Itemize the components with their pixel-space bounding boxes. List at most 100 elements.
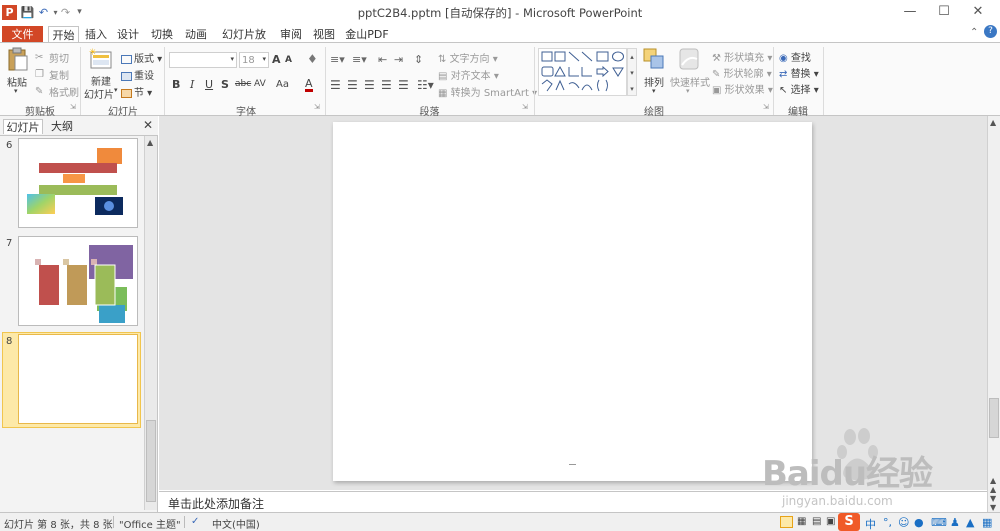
scroll-up-icon[interactable]: ▲: [990, 118, 996, 127]
bold-button[interactable]: B: [172, 78, 180, 91]
clipboard-launcher-icon[interactable]: ⇲: [70, 103, 76, 111]
paragraph-launcher-icon[interactable]: ⇲: [522, 103, 528, 111]
editor-vertical-scrollbar[interactable]: ▲ ▲ ▲ ▼ ▼: [987, 116, 1000, 512]
user-icon[interactable]: ♟: [950, 516, 960, 529]
numbering-icon[interactable]: ≡▾: [352, 53, 367, 66]
tab-transitions[interactable]: 切换: [149, 26, 175, 43]
justify-icon[interactable]: ☰: [381, 78, 392, 92]
reading-view-icon[interactable]: ▤: [812, 516, 821, 527]
tab-slides[interactable]: 幻灯片: [3, 119, 43, 134]
emoji-icon[interactable]: ☺: [898, 516, 909, 529]
scroll-thumb[interactable]: [146, 420, 156, 502]
replace-button[interactable]: ⇄ 替换 ▾: [779, 65, 819, 80]
new-slide-icon[interactable]: ✳: [88, 47, 114, 71]
grow-font-button[interactable]: A: [272, 53, 281, 66]
format-painter-button[interactable]: ✎ 格式刷: [35, 84, 79, 100]
tab-animations[interactable]: 动画: [183, 26, 209, 43]
close-panel-icon[interactable]: ✕: [143, 118, 153, 132]
columns-icon[interactable]: ☷▾: [417, 78, 434, 92]
distributed-icon[interactable]: ☰: [398, 78, 409, 92]
tab-insert[interactable]: 插入: [83, 26, 109, 43]
convert-smartart-button[interactable]: ▦ 转换为 SmartArt ▾: [438, 84, 537, 99]
align-right-icon[interactable]: ☰: [364, 78, 375, 92]
prev-slide-icon[interactable]: ▲ ▲: [990, 476, 996, 494]
collapse-ribbon-icon[interactable]: ⌃: [970, 27, 978, 38]
character-spacing-button[interactable]: AV: [254, 79, 266, 89]
shadow-button[interactable]: S: [221, 78, 229, 91]
font-name-dropdown-icon[interactable]: ▾: [230, 55, 234, 63]
layout-button[interactable]: 版式 ▾: [121, 50, 162, 65]
section-button[interactable]: 节 ▾: [121, 84, 152, 99]
language-status[interactable]: 中文(中国): [212, 516, 260, 531]
paste-icon[interactable]: [6, 47, 30, 73]
shapes-gallery-scroll[interactable]: ▴ ▾ ▾: [627, 48, 637, 96]
new-slide-label-2[interactable]: 幻灯片: [84, 86, 114, 101]
notes-placeholder[interactable]: 单击此处添加备注: [168, 495, 264, 512]
change-case-button[interactable]: Aa: [276, 79, 289, 90]
cut-button[interactable]: ✂ 剪切: [35, 50, 69, 66]
help-button[interactable]: ?: [984, 25, 997, 38]
arrange-icon[interactable]: [642, 47, 666, 73]
skin-icon[interactable]: ▲: [966, 516, 974, 529]
spell-check-icon[interactable]: ✓: [191, 516, 199, 527]
tab-kingsoft-pdf[interactable]: 金山PDF: [345, 26, 389, 43]
quick-styles-dropdown-icon[interactable]: ▾: [686, 87, 690, 95]
ime-mode[interactable]: 中: [865, 516, 876, 531]
tab-view[interactable]: 视图: [311, 26, 337, 43]
shape-fill-button[interactable]: ⚒ 形状填充 ▾: [712, 49, 772, 64]
arrange-dropdown-icon[interactable]: ▾: [652, 87, 656, 95]
decrease-indent-icon[interactable]: ⇤: [378, 53, 387, 66]
font-launcher-icon[interactable]: ⇲: [314, 103, 320, 111]
paste-dropdown-icon[interactable]: ▾: [14, 87, 18, 95]
increase-indent-icon[interactable]: ⇥: [394, 53, 403, 66]
shrink-font-button[interactable]: A: [285, 55, 292, 65]
tab-slideshow[interactable]: 幻灯片放映: [218, 26, 270, 58]
shape-outline-button[interactable]: ✎ 形状轮廓 ▾: [712, 65, 772, 80]
microphone-icon[interactable]: ●: [914, 516, 924, 529]
copy-button[interactable]: ❐ 复制: [35, 67, 69, 83]
align-left-icon[interactable]: ☰: [330, 78, 341, 92]
new-slide-dropdown-icon[interactable]: ▾: [114, 86, 118, 94]
clear-formatting-icon[interactable]: ♦: [307, 52, 318, 66]
current-slide-canvas[interactable]: [333, 122, 812, 481]
close-button[interactable]: ✕: [963, 2, 993, 22]
theme-status[interactable]: "Office 主题": [119, 516, 181, 531]
tab-file[interactable]: 文件: [2, 26, 43, 43]
slide-sorter-icon[interactable]: ▦: [797, 516, 806, 527]
toolbox-icon[interactable]: ▦: [982, 516, 992, 529]
align-text-button[interactable]: ▤ 对齐文本 ▾: [438, 67, 499, 82]
normal-view-icon[interactable]: [780, 516, 793, 528]
tab-review[interactable]: 审阅: [278, 26, 304, 43]
find-button[interactable]: ◉ 查找: [779, 49, 811, 64]
slide-thumbnail-7[interactable]: [18, 236, 138, 326]
slide-thumbnail-8[interactable]: [18, 334, 138, 424]
tab-home[interactable]: 开始: [48, 26, 79, 43]
minimize-button[interactable]: —: [895, 2, 925, 22]
underline-button[interactable]: U: [205, 78, 213, 91]
italic-button[interactable]: I: [190, 78, 194, 91]
font-color-button[interactable]: A: [305, 78, 313, 92]
scroll-up-icon[interactable]: ▲: [147, 138, 153, 147]
sogou-ime-icon[interactable]: S: [838, 513, 860, 531]
scroll-thumb[interactable]: [989, 398, 999, 438]
quick-styles-label[interactable]: 快速样式: [670, 74, 710, 89]
next-slide-icon[interactable]: ▼ ▼: [990, 494, 996, 512]
maximize-button[interactable]: ☐: [929, 2, 959, 22]
align-center-icon[interactable]: ☰: [347, 78, 358, 92]
select-button[interactable]: ↖ 选择 ▾: [779, 81, 819, 96]
tab-outline[interactable]: 大纲: [47, 119, 77, 134]
text-direction-button[interactable]: ⇅ 文字方向 ▾: [438, 50, 498, 65]
keyboard-icon[interactable]: ⌨: [931, 516, 947, 529]
quick-styles-icon[interactable]: [678, 47, 700, 71]
slides-panel-scrollbar[interactable]: ▲: [144, 136, 157, 510]
font-size-combo[interactable]: 18 ▾: [239, 52, 269, 68]
shape-effects-button[interactable]: ▣ 形状效果 ▾: [712, 81, 773, 96]
font-name-combo[interactable]: ▾: [169, 52, 237, 68]
reset-button[interactable]: 重设: [121, 67, 154, 82]
shapes-gallery[interactable]: [538, 48, 627, 96]
drawing-launcher-icon[interactable]: ⇲: [763, 103, 769, 111]
font-size-dropdown-icon[interactable]: ▾: [262, 55, 266, 63]
slideshow-icon[interactable]: ▣: [826, 516, 835, 527]
line-spacing-icon[interactable]: ⇕: [414, 53, 423, 66]
tab-design[interactable]: 设计: [115, 26, 141, 43]
